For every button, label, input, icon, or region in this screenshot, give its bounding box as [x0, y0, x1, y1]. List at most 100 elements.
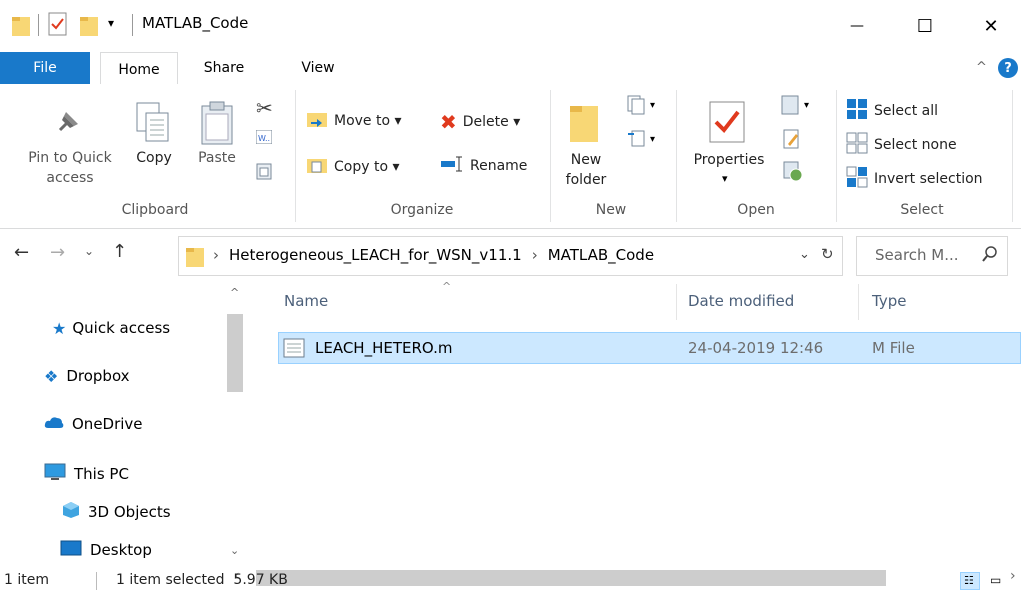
paste-shortcut-icon[interactable]	[256, 162, 272, 180]
nav-label: Quick access	[72, 319, 171, 337]
invert-selection-button[interactable]: Invert selection	[846, 166, 983, 192]
search-input[interactable]: Search M...	[875, 246, 959, 264]
select-all-button[interactable]: Select all	[846, 98, 938, 124]
delete-label: Delete ▾	[462, 114, 521, 130]
easy-access-icon[interactable]: ▾	[626, 128, 662, 154]
pin-quick-access-button[interactable]: Pin to Quick access	[20, 98, 120, 194]
new-group-label: New	[595, 202, 627, 218]
organize-group-label: Organize	[390, 202, 454, 218]
copy-button[interactable]: Copy	[130, 98, 178, 194]
column-header-date[interactable]: Date modified	[688, 292, 794, 310]
nav-item-this-pc[interactable]: This PC	[44, 460, 214, 488]
nav-item-desktop[interactable]: Desktop	[60, 536, 220, 564]
rename-label: Rename	[470, 158, 528, 174]
column-divider	[676, 284, 677, 320]
copy-to-button[interactable]: Copy to ▾	[306, 156, 400, 178]
tab-view[interactable]: View	[290, 52, 346, 84]
move-to-button[interactable]: Move to ▾	[306, 110, 402, 132]
new-item-icon[interactable]: ▾	[626, 94, 662, 120]
paste-label: Paste	[198, 150, 236, 166]
address-bar[interactable]: › Heterogeneous_LEACH_for_WSN_v11.1 › MA…	[178, 236, 843, 276]
move-to-icon	[306, 110, 328, 132]
properties-qat-icon[interactable]	[48, 12, 68, 36]
rename-button[interactable]: Rename	[440, 156, 527, 176]
details-view-button[interactable]: ☷	[960, 572, 980, 590]
breadcrumb-item-parent[interactable]: Heterogeneous_LEACH_for_WSN_v11.1	[229, 246, 522, 264]
folder-icon	[12, 14, 30, 36]
delete-button[interactable]: ✖ Delete ▾	[440, 110, 520, 134]
horizontal-scroll-thumb[interactable]	[256, 570, 886, 586]
scroll-thumb[interactable]	[227, 314, 243, 392]
properties-icon	[708, 100, 748, 148]
copy-path-icon[interactable]: W..	[255, 129, 273, 145]
new-folder-button[interactable]: New folder	[556, 96, 616, 196]
history-icon[interactable]	[782, 160, 804, 186]
open-icon[interactable]: ▾	[778, 94, 818, 120]
rename-icon	[440, 156, 464, 176]
help-icon[interactable]: ?	[998, 58, 1018, 78]
file-type: M File	[872, 339, 915, 357]
tab-file[interactable]: File	[0, 52, 90, 84]
file-date: 24-04-2019 12:46	[688, 339, 824, 357]
collapse-ribbon-icon[interactable]: ^	[976, 60, 987, 75]
close-button[interactable]: ✕	[968, 0, 1014, 52]
nav-scrollbar[interactable]: ^ ⌄	[225, 284, 245, 564]
svg-text:W..: W..	[258, 134, 270, 143]
new-folder-qat-icon[interactable]	[80, 14, 98, 36]
window-title: MATLAB_Code	[142, 14, 249, 32]
back-icon[interactable]: ←	[14, 242, 29, 263]
column-header-name[interactable]: Name	[284, 292, 328, 310]
nav-item-dropbox[interactable]: ❖ Dropbox	[44, 362, 214, 390]
status-divider	[96, 572, 97, 590]
tab-share[interactable]: Share	[192, 52, 256, 84]
refresh-icon[interactable]: ↻	[821, 245, 834, 263]
cut-icon[interactable]: ✂	[256, 96, 273, 120]
paste-button[interactable]: Paste	[190, 98, 244, 194]
large-icons-view-icon: ▭	[990, 573, 1002, 587]
column-header-type[interactable]: Type	[872, 292, 906, 310]
address-history-icon[interactable]: ⌄	[799, 247, 810, 262]
new-folder-icon	[568, 100, 602, 148]
maximize-button[interactable]: ☐	[902, 0, 948, 52]
select-all-icon	[846, 98, 868, 124]
desktop-icon	[60, 540, 82, 560]
forward-icon[interactable]: →	[50, 242, 65, 263]
new-folder-label-2: folder	[565, 172, 607, 188]
nav-item-onedrive[interactable]: OneDrive	[44, 410, 214, 438]
breadcrumb: › Heterogeneous_LEACH_for_WSN_v11.1 › MA…	[213, 246, 654, 264]
large-icons-view-button[interactable]: ▭	[990, 572, 1010, 590]
svg-text:▾: ▾	[804, 100, 809, 111]
search-icon[interactable]	[981, 245, 999, 267]
properties-button[interactable]: Properties ▾	[686, 96, 772, 196]
minimize-icon: —	[850, 18, 864, 34]
tab-home[interactable]: Home	[100, 52, 178, 86]
column-divider	[858, 284, 859, 320]
recent-locations-icon[interactable]: ⌄	[84, 244, 94, 258]
breadcrumb-item-current[interactable]: MATLAB_Code	[548, 246, 654, 264]
up-icon[interactable]: ↑	[112, 241, 127, 262]
breadcrumb-separator: ›	[213, 246, 219, 264]
qat-dropdown-icon[interactable]: ▾	[108, 16, 122, 32]
scroll-right-icon[interactable]: ›	[1010, 568, 1016, 584]
edit-icon[interactable]	[782, 128, 802, 154]
search-box[interactable]: Search M...	[856, 236, 1008, 276]
table-row[interactable]: LEACH_HETERO.m 24-04-2019 12:46 M File	[278, 332, 1021, 364]
tab-home-label: Home	[118, 61, 160, 78]
dropbox-icon: ❖	[44, 366, 59, 386]
svg-text:▾: ▾	[650, 100, 655, 111]
nav-label: Dropbox	[66, 367, 130, 385]
minimize-button[interactable]: —	[834, 0, 880, 52]
nav-item-quick-access[interactable]: ★ Quick access	[52, 314, 222, 342]
scroll-up-icon[interactable]: ^	[230, 286, 239, 299]
nav-item-3d-objects[interactable]: 3D Objects	[62, 498, 222, 526]
tab-view-label: View	[301, 60, 335, 76]
nav-label: OneDrive	[72, 415, 143, 433]
properties-dropdown-icon: ▾	[722, 172, 728, 185]
cube-icon	[62, 501, 80, 523]
pin-label-2: access	[46, 170, 94, 186]
qat-divider-2	[132, 14, 133, 36]
ribbon-separator	[295, 90, 296, 222]
scroll-down-icon[interactable]: ⌄	[230, 544, 239, 557]
select-none-button[interactable]: Select none	[846, 132, 957, 158]
maximize-icon: ☐	[916, 15, 934, 37]
